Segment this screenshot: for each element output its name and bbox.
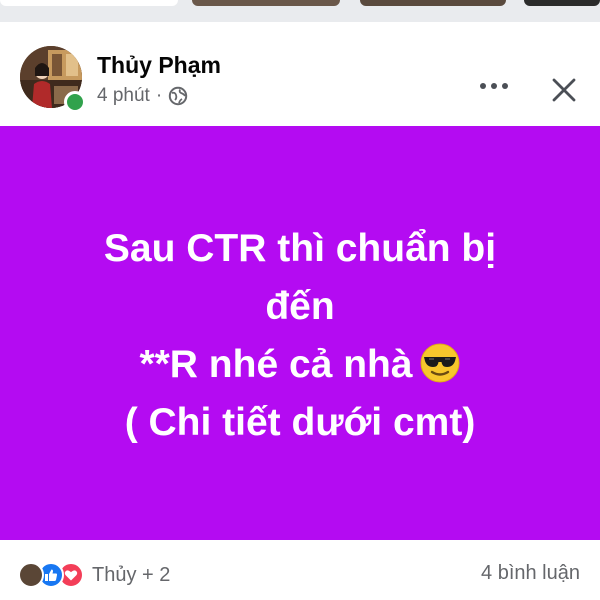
close-button[interactable] [546,72,582,108]
reactor-avatar [18,562,44,588]
globe-icon [168,86,188,106]
stories-strip [0,0,600,22]
post-text-line: Sau CTR thì chuẩn bị [103,227,497,270]
online-status-indicator [64,91,86,113]
more-dot [502,83,508,89]
author-name[interactable]: Thủy Phạm [97,52,221,79]
post-time[interactable]: 4 phút [97,85,150,107]
post-text-line: **R nhé cả nhà [30,336,570,394]
post-meta: 4 phút · [97,85,188,107]
meta-separator: · [155,85,163,106]
post-text-line: ( Chi tiết dưới cmt) [124,401,476,444]
sunglasses-emoji-icon [419,342,461,384]
post-text-line-text: **R nhé cả nhà [139,343,413,386]
post-content[interactable]: Sau CTR thì chuẩn bị đến **R nhé cả nhà … [0,126,600,540]
reactions-summary[interactable]: Thủy + 2 [18,562,170,588]
story-thumbnail[interactable] [524,0,600,6]
post-text-line: đến [265,285,335,328]
post-footer: Thủy + 2 4 bình luận [0,542,600,600]
story-thumbnail[interactable] [192,0,340,6]
post-header: Thủy Phạm 4 phút · [0,28,600,126]
screen: Thủy Phạm 4 phút · Sau CTR thì chuẩn bị … [0,0,600,600]
post-text: Sau CTR thì chuẩn bị đến **R nhé cả nhà … [30,220,570,452]
more-dot [491,83,497,89]
post-card: Thủy Phạm 4 phút · Sau CTR thì chuẩn bị … [0,28,600,600]
story-thumbnail[interactable] [360,0,506,6]
more-options-button[interactable] [472,72,516,100]
comments-count-link[interactable]: 4 bình luận [481,562,580,585]
reactors-text: Thủy + 2 [92,563,171,586]
story-thumbnail[interactable] [0,0,178,6]
more-dot [480,83,486,89]
close-icon [552,78,576,102]
